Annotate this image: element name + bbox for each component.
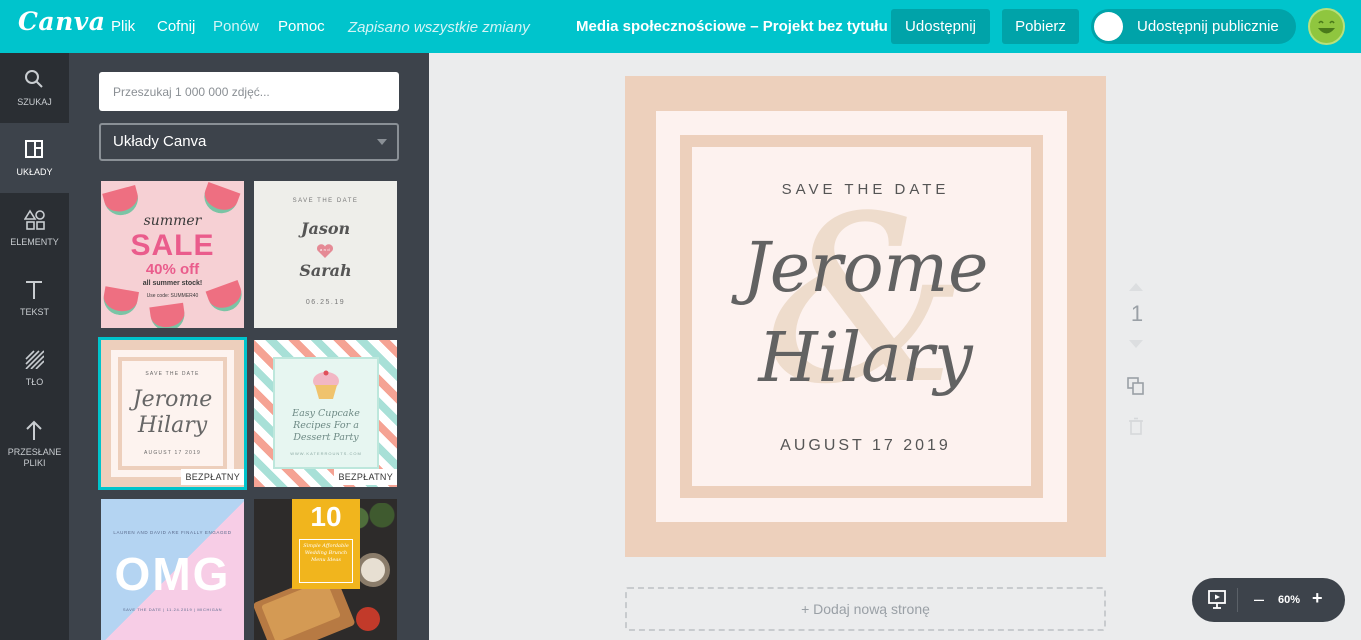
- template-text: Dessert Party: [293, 432, 359, 443]
- template-text: Simple Affordable: [303, 543, 349, 549]
- zoom-out-button[interactable]: –: [1254, 589, 1264, 610]
- trash-icon[interactable]: [1128, 417, 1144, 435]
- template-text: OMG: [114, 548, 231, 600]
- zoom-controls: – 60% +: [1192, 578, 1345, 622]
- template-jerome-hilary[interactable]: SAVE THE DATE Jerome Hilary AUGUST 17 20…: [101, 340, 244, 487]
- upload-icon: [26, 420, 42, 440]
- template-text: 10: [310, 501, 342, 532]
- template-text: 06.25.19: [305, 299, 346, 306]
- save-status: Zapisano wszystkie zmiany: [348, 19, 530, 36]
- rail-uploads[interactable]: PRZESŁANE PLIKI: [0, 403, 69, 483]
- present-icon[interactable]: [1208, 590, 1226, 610]
- zoom-in-button[interactable]: +: [1312, 588, 1323, 609]
- download-button[interactable]: Pobierz: [1002, 9, 1079, 44]
- template-text: Easy Cupcake: [292, 408, 360, 419]
- template-text: summer: [143, 213, 202, 229]
- rail-layouts[interactable]: UKŁADY: [0, 123, 69, 193]
- layouts-icon: [25, 140, 43, 158]
- layout-filter-dropdown[interactable]: Układy Canva: [99, 123, 399, 161]
- tomato-photo-detail: [356, 607, 380, 631]
- rail-elements-label: ELEMENTY: [10, 237, 59, 247]
- rail-elements[interactable]: ELEMENTY: [0, 193, 69, 263]
- zoom-level[interactable]: 60%: [1276, 594, 1302, 606]
- rail-layouts-label: UKŁADY: [16, 167, 53, 177]
- photo-search-input[interactable]: [99, 72, 399, 111]
- add-page-button[interactable]: + Dodaj nową stronę: [625, 587, 1106, 631]
- elements-icon: [24, 209, 45, 230]
- menu-undo[interactable]: Cofnij: [157, 18, 195, 35]
- share-public-label: Udostępnij publicznie: [1137, 18, 1279, 35]
- template-text: Use code: SUMMER40: [146, 293, 199, 299]
- layout-filter-value: Układy Canva: [113, 133, 207, 150]
- page-number: 1: [1130, 301, 1144, 326]
- template-jason-sarah[interactable]: SAVE THE DATE Jason and Sarah 06.25.19: [254, 181, 397, 328]
- template-summer-sale[interactable]: summer SALE 40% off all summer stock! Us…: [101, 181, 244, 328]
- template-text: SAVE THE DATE | 11.24.2019 | MICHIGAN: [122, 607, 223, 612]
- layouts-panel: Układy Canva summer SALE 40% off all sum…: [69, 53, 429, 640]
- template-text: LAUREN AND DAVID ARE FINALLY ENGAGED: [113, 530, 232, 535]
- menu-redo[interactable]: Ponów: [213, 18, 259, 35]
- template-text: Recipes For a: [293, 420, 359, 431]
- cupcake-icon: [313, 370, 339, 399]
- share-button[interactable]: Udostępnij: [891, 9, 990, 44]
- template-text: WWW.KATERROUNTS.COM: [290, 451, 362, 456]
- template-cupcake[interactable]: Easy Cupcake Recipes For a Dessert Party…: [254, 340, 397, 487]
- smiley-avatar-icon: [1310, 10, 1343, 43]
- left-rail: SZUKAJ UKŁADY ELEMENTY TEKST TŁO PRZESŁA…: [0, 53, 69, 640]
- template-text: Menu Ideas: [311, 557, 341, 563]
- template-text: 40% off: [145, 261, 200, 278]
- background-icon: [25, 350, 44, 369]
- design-canvas[interactable]: & SAVE THE DATE Jerome Hilary AUGUST 17 …: [625, 76, 1106, 557]
- top-bar: Canva Plik Cofnij Ponów Pomoc Zapisano w…: [0, 0, 1361, 53]
- text-icon: [26, 281, 42, 299]
- page-up-icon[interactable]: [1129, 283, 1143, 291]
- rail-search-label: SZUKAJ: [17, 97, 52, 107]
- design-name-2[interactable]: Hilary: [758, 319, 972, 398]
- canva-logo[interactable]: Canva: [18, 7, 106, 36]
- page-down-icon[interactable]: [1129, 340, 1143, 348]
- template-text: SALE: [130, 229, 215, 262]
- template-text: Easy Cupcake Recipes For a Dessert Party: [273, 408, 379, 444]
- menu-file[interactable]: Plik: [111, 18, 135, 35]
- template-text: and: [319, 247, 332, 252]
- template-text: Simple Affordable Wedding Brunch Menu Id…: [299, 543, 353, 564]
- rail-text[interactable]: TEKST: [0, 263, 69, 333]
- template-text: Sarah: [299, 261, 352, 280]
- rail-search[interactable]: SZUKAJ: [0, 53, 69, 123]
- template-text: all summer stock!: [142, 280, 203, 287]
- document-title[interactable]: Media społecznościowe – Projekt bez tytu…: [576, 18, 888, 35]
- rail-text-label: TEKST: [19, 307, 49, 317]
- watermelon-slice-icon: [101, 286, 139, 318]
- template-text: Jason: [300, 219, 351, 238]
- zoom-divider: [1237, 588, 1238, 612]
- template-text: Jerome: [132, 387, 213, 412]
- watermelon-slice-icon: [149, 302, 187, 328]
- coffee-cup-photo-detail: [356, 553, 390, 587]
- chevron-down-icon: [377, 139, 387, 145]
- template-text: Wedding Brunch: [304, 550, 348, 556]
- avatar[interactable]: [1308, 8, 1345, 45]
- design-names[interactable]: Jerome Hilary: [625, 224, 1106, 404]
- rail-uploads-label: PRZESŁANE PLIKI: [7, 447, 62, 468]
- toggle-knob: [1094, 12, 1123, 41]
- rail-background[interactable]: TŁO: [0, 333, 69, 403]
- search-icon: [25, 70, 43, 88]
- template-omg[interactable]: LAUREN AND DAVID ARE FINALLY ENGAGED OMG…: [101, 499, 244, 640]
- template-text: SAVE THE DATE: [145, 371, 200, 377]
- template-text: SAVE THE DATE: [292, 198, 359, 204]
- menu-help[interactable]: Pomoc: [278, 18, 325, 35]
- template-text: AUGUST 17 2019: [143, 450, 201, 456]
- share-public-toggle[interactable]: Udostępnij publicznie: [1091, 9, 1296, 44]
- template-text: Jerome Hilary: [101, 387, 244, 439]
- free-badge: BEZPŁATNY: [334, 469, 397, 485]
- free-badge: BEZPŁATNY: [181, 469, 244, 485]
- design-name-1[interactable]: Jerome: [743, 229, 989, 308]
- template-text: Hilary: [137, 413, 208, 438]
- design-header-text[interactable]: SAVE THE DATE: [625, 181, 1106, 198]
- template-brunch[interactable]: 10 Simple Affordable Wedding Brunch Menu…: [254, 499, 397, 640]
- design-date-text[interactable]: AUGUST 17 2019: [625, 437, 1106, 455]
- copy-page-icon[interactable]: [1126, 376, 1146, 396]
- rail-background-label: TŁO: [25, 377, 44, 387]
